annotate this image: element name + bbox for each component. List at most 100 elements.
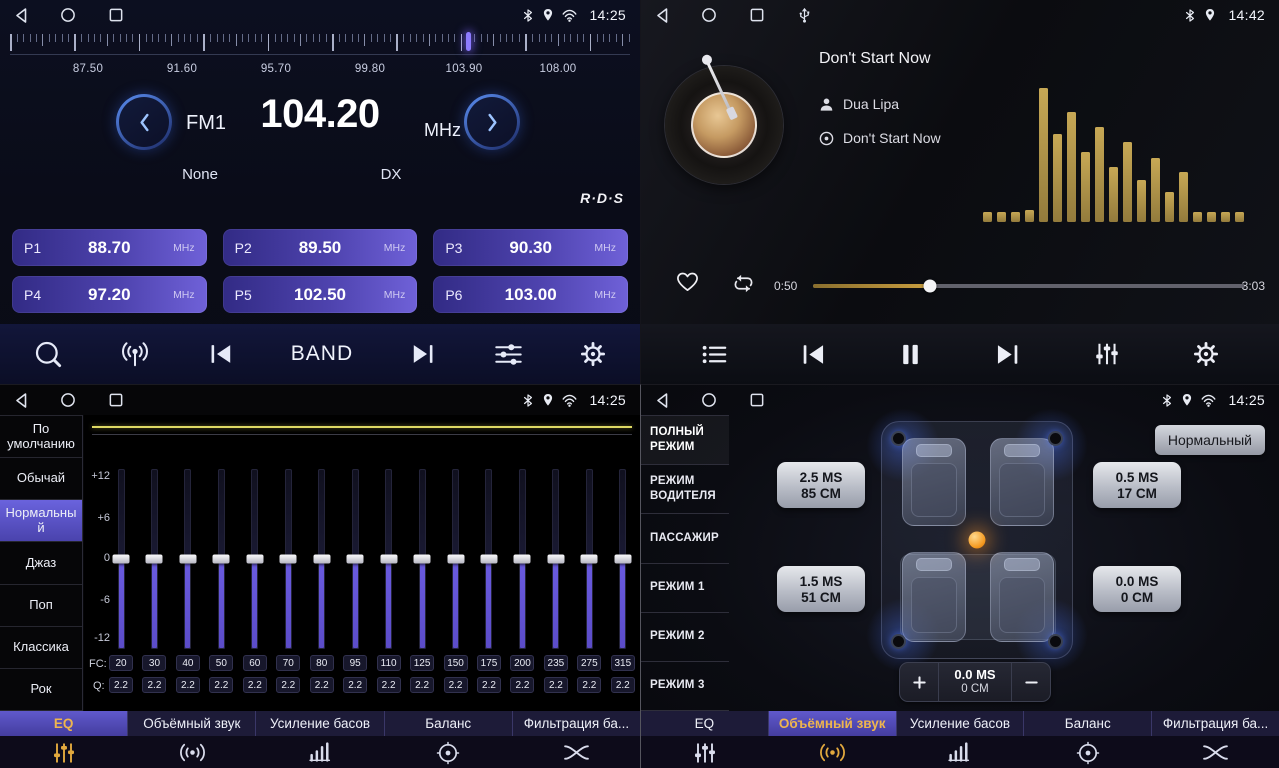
eq-band-slider[interactable] [476, 469, 502, 649]
progress-thumb[interactable] [923, 280, 936, 293]
mode-driver[interactable]: РЕЖИМ ВОДИТЕЛЯ [641, 465, 729, 514]
tab-crossover[interactable]: Фильтрация ба... [1152, 711, 1279, 736]
mode-3[interactable]: РЕЖИМ 3 [641, 662, 729, 711]
nav-home-icon[interactable] [60, 392, 76, 408]
eq-slider-thumb[interactable] [380, 555, 397, 564]
eq-band-slider[interactable] [342, 469, 368, 649]
eq-slider-thumb[interactable] [146, 555, 163, 564]
previous-track-icon[interactable] [800, 342, 827, 367]
eq-band-slider[interactable] [543, 469, 569, 649]
previous-station-icon[interactable] [208, 342, 234, 366]
sound-preset-badge[interactable]: Нормальный [1155, 425, 1265, 455]
rear-left-delay-button[interactable]: 1.5 MS 51 CM [777, 566, 865, 612]
frequency-scale[interactable]: 87.50 91.60 95.70 99.80 103.90 108.00 [0, 31, 640, 87]
tab-surround-icon-cell[interactable] [128, 736, 256, 768]
rear-right-delay-button[interactable]: 0.0 MS 0 CM [1093, 566, 1181, 612]
eq-preset-default[interactable]: По умолчанию [0, 416, 82, 458]
eq-slider-thumb[interactable] [347, 555, 364, 564]
eq-slider-thumb[interactable] [547, 555, 564, 564]
eq-slider-thumb[interactable] [213, 555, 230, 564]
tab-eq[interactable]: EQ [0, 711, 128, 736]
tab-bass-icon-cell[interactable] [896, 736, 1024, 768]
nav-home-icon[interactable] [701, 7, 717, 23]
eq-band-slider[interactable] [376, 469, 402, 649]
eq-band-slider[interactable] [576, 469, 602, 649]
eq-band-slider[interactable] [509, 469, 535, 649]
eq-band-slider[interactable] [141, 469, 167, 649]
tab-bass-boost[interactable]: Усиление басов [256, 711, 384, 736]
gear-icon[interactable] [1193, 341, 1219, 367]
eq-slider-thumb[interactable] [113, 555, 130, 564]
tab-bass-boost[interactable]: Усиление басов [897, 711, 1025, 736]
gear-icon[interactable] [580, 341, 606, 367]
eq-slider-thumb[interactable] [280, 555, 297, 564]
eq-band-slider[interactable] [443, 469, 469, 649]
tab-surround-icon-cell[interactable] [769, 736, 897, 768]
eq-slider-thumb[interactable] [414, 555, 431, 564]
nav-back-icon[interactable] [655, 392, 669, 409]
favorite-heart-icon[interactable] [675, 270, 700, 293]
tab-crossover-icon-cell[interactable] [1151, 736, 1279, 768]
search-icon[interactable] [34, 340, 63, 369]
eq-band-slider[interactable] [108, 469, 134, 649]
scan-broadcast-icon[interactable] [120, 340, 150, 368]
tab-balance[interactable]: Баланс [385, 711, 513, 736]
radio-preset-button[interactable]: P6 103.00 MHz [433, 276, 628, 313]
mixer-eq-icon[interactable] [1093, 341, 1121, 367]
next-station-icon[interactable] [410, 342, 436, 366]
pause-icon[interactable] [899, 342, 922, 367]
progress-bar[interactable] [813, 284, 1245, 288]
next-track-icon[interactable] [994, 342, 1021, 367]
eq-preset-jazz[interactable]: Джаз [0, 542, 82, 584]
mode-2[interactable]: РЕЖИМ 2 [641, 613, 729, 662]
eq-slider-thumb[interactable] [313, 555, 330, 564]
nav-home-icon[interactable] [701, 392, 717, 408]
mode-full[interactable]: ПОЛНЫЙ РЕЖИМ [641, 416, 729, 465]
radio-preset-button[interactable]: P2 89.50 MHz [223, 229, 418, 266]
tuner-settings-icon[interactable] [494, 342, 523, 367]
eq-slider-thumb[interactable] [179, 555, 196, 564]
radio-preset-button[interactable]: P5 102.50 MHz [223, 276, 418, 313]
playlist-queue-icon[interactable] [701, 343, 728, 366]
front-left-delay-button[interactable]: 2.5 MS 85 CM [777, 462, 865, 508]
eq-band-slider[interactable] [275, 469, 301, 649]
eq-band-slider[interactable] [175, 469, 201, 649]
mode-1[interactable]: РЕЖИМ 1 [641, 564, 729, 613]
nav-recents-icon[interactable] [749, 392, 765, 408]
tab-balance-icon-cell[interactable] [384, 736, 512, 768]
eq-preset-rock[interactable]: Рок [0, 669, 82, 711]
seek-down-button[interactable] [116, 94, 172, 150]
eq-slider-thumb[interactable] [246, 555, 263, 564]
delay-increase-button[interactable] [900, 663, 938, 701]
listening-position-orb[interactable] [969, 532, 986, 549]
tab-surround[interactable]: Объёмный звук [769, 711, 897, 736]
eq-slider-thumb[interactable] [447, 555, 464, 564]
mode-passenger[interactable]: ПАССАЖИР [641, 514, 729, 563]
tab-crossover-icon-cell[interactable] [512, 736, 640, 768]
tab-eq[interactable]: EQ [641, 711, 769, 736]
eq-preset-pop[interactable]: Поп [0, 585, 82, 627]
tab-balance[interactable]: Баланс [1024, 711, 1152, 736]
radio-preset-button[interactable]: P3 90.30 MHz [433, 229, 628, 266]
tuning-marker[interactable] [466, 32, 471, 51]
eq-band-slider[interactable] [409, 469, 435, 649]
eq-slider-thumb[interactable] [581, 555, 598, 564]
nav-back-icon[interactable] [14, 392, 28, 409]
eq-band-slider[interactable] [610, 469, 636, 649]
eq-band-slider[interactable] [242, 469, 268, 649]
band-button[interactable]: BAND [291, 342, 353, 366]
tab-crossover[interactable]: Фильтрация ба... [513, 711, 640, 736]
eq-slider-thumb[interactable] [514, 555, 531, 564]
tab-surround[interactable]: Объёмный звук [128, 711, 256, 736]
tab-balance-icon-cell[interactable] [1024, 736, 1152, 768]
eq-slider-thumb[interactable] [614, 555, 631, 564]
nav-back-icon[interactable] [655, 7, 669, 24]
eq-preset-custom[interactable]: Обычай [0, 458, 82, 500]
nav-back-icon[interactable] [14, 7, 28, 24]
eq-band-slider[interactable] [309, 469, 335, 649]
radio-preset-button[interactable]: P1 88.70 MHz [12, 229, 207, 266]
seek-up-button[interactable] [464, 94, 520, 150]
tab-eq-icon-cell[interactable] [0, 736, 128, 768]
nav-recents-icon[interactable] [749, 7, 765, 23]
eq-slider-thumb[interactable] [480, 555, 497, 564]
